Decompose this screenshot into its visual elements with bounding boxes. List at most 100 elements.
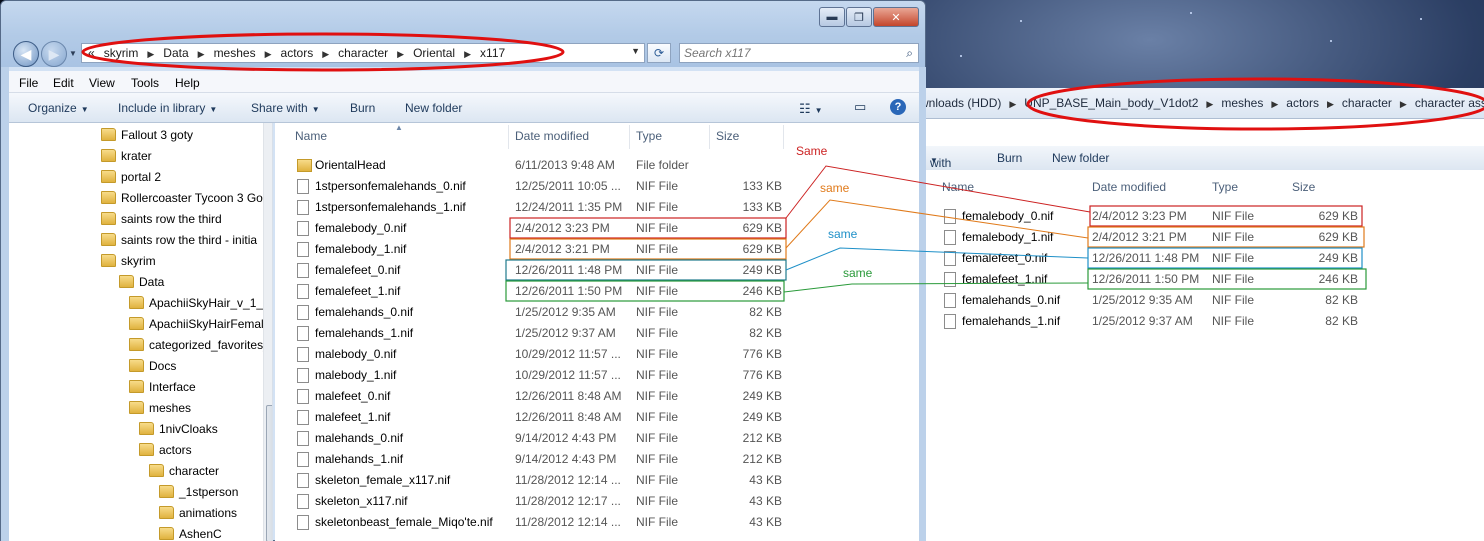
back-breadcrumb-segment[interactable]: character [1342,96,1392,110]
menu-file[interactable]: File [19,76,38,90]
menu-help[interactable]: Help [175,76,200,90]
file-row[interactable]: skeleton_x117.nif 11/28/2012 12:17 ... NIF… [275,491,919,512]
column-date-modified[interactable]: Date modified [515,129,589,143]
back-file-row[interactable]: femalefeet_0.nif 12/26/2011 1:48 PM NIF Fi… [920,248,1484,269]
back-new-folder-button[interactable]: New folder [1052,151,1109,165]
search-input[interactable] [684,46,894,60]
forward-arrow-icon[interactable]: ▶ [41,41,67,67]
window-frame-right [919,67,926,541]
recent-pages-chevron-icon[interactable]: ▼ [69,49,77,58]
breadcrumb-segment[interactable]: meshes [214,46,256,60]
include-in-library-button[interactable]: Include in library ▼ [118,101,217,115]
breadcrumb-arrow-icon[interactable]: ▶ [1271,99,1278,109]
breadcrumb-segment[interactable]: x117 [480,46,505,60]
breadcrumb-arrow-icon[interactable]: ▶ [1009,99,1016,109]
file-row[interactable]: malebody_1.nif 10/29/2012 11:57 ... NIF Fi… [275,365,919,386]
back-address-bar[interactable]: wnloads (HDD) ▶ UNP_BASE_Main_body_V1dot2 ▶… [920,88,1484,119]
preview-pane-icon[interactable]: ▭ [854,99,866,115]
view-options-icon[interactable]: ☷ ▼ [799,101,823,117]
file-row[interactable]: femalehands_0.nif 1/25/2012 9:35 AM NIF Fi… [275,302,919,323]
file-row[interactable]: malebody_0.nif 10/29/2012 11:57 ... NIF Fi… [275,344,919,365]
file-row[interactable]: 1stpersonfemalehands_1.nif 12/24/2011 1:3… [275,197,919,218]
file-size: 82 KB [1325,293,1358,307]
back-file-row[interactable]: femalebody_1.nif 2/4/2012 3:21 PM NIF File… [920,227,1484,248]
breadcrumb-segment[interactable]: skyrim [104,46,139,60]
file-row[interactable]: malefeet_0.nif 12/26/2011 8:48 AM NIF File… [275,386,919,407]
file-row[interactable]: skeleton_female_x117.nif 11/28/2012 12:14… [275,470,919,491]
new-folder-button[interactable]: New folder [405,101,462,115]
title-bar[interactable]: ▬ ❐ ✕ ◀ ▶ ▼ « skyrim ▶ Data ▶ meshes ▶ actors ▶ c… [1,1,925,67]
breadcrumb-arrow-icon[interactable]: ▶ [1327,99,1334,109]
breadcrumb-segment[interactable]: Oriental [413,46,455,60]
file-size: 82 KB [1325,314,1358,328]
back-column-date[interactable]: Date modified [1092,180,1166,194]
menu-tools[interactable]: Tools [131,76,159,90]
back-breadcrumb-segment[interactable]: character asset [1415,96,1484,110]
search-field[interactable]: ⌕ [679,43,919,63]
back-file-row[interactable]: femalehands_1.nif 1/25/2012 9:37 AM NIF Fi… [920,311,1484,332]
breadcrumb-arrow-icon[interactable]: ▶ [464,49,471,59]
back-file-row[interactable]: femalefeet_1.nif 12/26/2011 1:50 PM NIF Fi… [920,269,1484,290]
back-column-size[interactable]: Size [1292,180,1315,194]
back-column-name[interactable]: Name [942,180,974,194]
back-file-row[interactable]: femalehands_0.nif 1/25/2012 9:35 AM NIF Fi… [920,290,1484,311]
file-row[interactable]: malehands_0.nif 9/14/2012 4:43 PM NIF File… [275,428,919,449]
breadcrumb-overflow[interactable]: « [88,46,95,60]
tree-item-label: _1stperson [179,485,239,499]
breadcrumb-arrow-icon[interactable]: ▶ [198,49,205,59]
back-burn-button[interactable]: Burn [997,151,1022,165]
search-icon[interactable]: ⌕ [906,46,913,61]
file-row[interactable]: femalefeet_0.nif 12/26/2011 1:48 PM NIF Fi… [275,260,919,281]
back-column-type[interactable]: Type [1212,180,1238,194]
file-row[interactable]: malefeet_1.nif 12/26/2011 8:48 AM NIF File… [275,407,919,428]
breadcrumb-arrow-icon[interactable]: ▶ [147,49,154,59]
breadcrumb-arrow-icon[interactable]: ▶ [397,49,404,59]
file-row[interactable]: skeletonbeast_female_Miqo'te.nif 11/28/20… [275,512,919,533]
scrollbar-thumb[interactable] [266,405,272,541]
maximize-button[interactable]: ❐ [846,7,872,27]
back-arrow-icon[interactable]: ◀ [13,41,39,67]
column-type[interactable]: Type [636,129,662,143]
share-with-button[interactable]: Share with ▼ [251,101,320,115]
folder-icon [139,443,154,456]
column-divider[interactable] [783,125,784,149]
file-row[interactable]: femalebody_1.nif 2/4/2012 3:21 PM NIF File… [275,239,919,260]
file-date: 12/26/2011 1:50 PM [1092,272,1200,286]
folder-row[interactable]: OrientalHead 6/11/2013 9:48 AM File folder [275,155,919,176]
breadcrumb-segment[interactable]: actors [281,46,314,60]
column-divider[interactable] [709,125,710,149]
back-breadcrumb-segment[interactable]: actors [1286,96,1319,110]
help-icon[interactable]: ? [890,99,906,115]
file-row[interactable]: malehands_1.nif 9/14/2012 4:43 PM NIF File… [275,449,919,470]
column-name[interactable]: Name [295,129,327,143]
address-bar[interactable]: « skyrim ▶ Data ▶ meshes ▶ actors ▶ character ▶ Ori… [81,43,645,63]
column-divider[interactable] [629,125,630,149]
column-size[interactable]: Size [716,129,739,143]
back-breadcrumb-segment[interactable]: UNP_BASE_Main_body_V1dot2 [1024,96,1198,110]
back-breadcrumb-segment[interactable]: meshes [1221,96,1263,110]
breadcrumb-arrow-icon[interactable]: ▶ [1400,99,1407,109]
navigation-scrollbar[interactable] [263,123,272,541]
burn-button[interactable]: Burn [350,101,375,115]
menu-view[interactable]: View [89,76,115,90]
file-row[interactable]: femalebody_0.nif 2/4/2012 3:23 PM NIF File… [275,218,919,239]
menu-edit[interactable]: Edit [53,76,74,90]
address-dropdown-icon[interactable]: ▼ [631,46,640,56]
back-breadcrumb[interactable]: wnloads (HDD) ▶ UNP_BASE_Main_body_V1dot2 ▶… [920,96,1484,110]
breadcrumb-arrow-icon[interactable]: ▶ [1206,99,1213,109]
organize-button[interactable]: Organize ▼ [28,101,89,115]
column-divider[interactable] [508,125,509,149]
file-row[interactable]: femalehands_1.nif 1/25/2012 9:37 AM NIF Fi… [275,323,919,344]
breadcrumb-arrow-icon[interactable]: ▶ [265,49,272,59]
breadcrumb-segment[interactable]: Data [163,46,188,60]
file-row[interactable]: femalefeet_1.nif 12/26/2011 1:50 PM NIF Fi… [275,281,919,302]
breadcrumb[interactable]: « skyrim ▶ Data ▶ meshes ▶ actors ▶ character ▶ Ori… [88,46,514,60]
back-file-row[interactable]: femalebody_0.nif 2/4/2012 3:23 PM NIF File… [920,206,1484,227]
back-breadcrumb-segment[interactable]: wnloads (HDD) [920,96,1001,110]
close-button[interactable]: ✕ [873,7,919,27]
breadcrumb-segment[interactable]: character [338,46,388,60]
refresh-icon[interactable]: ⟳ [647,43,671,63]
breadcrumb-arrow-icon[interactable]: ▶ [322,49,329,59]
minimize-button[interactable]: ▬ [819,7,845,27]
file-date: 6/11/2013 9:48 AM [515,158,615,172]
